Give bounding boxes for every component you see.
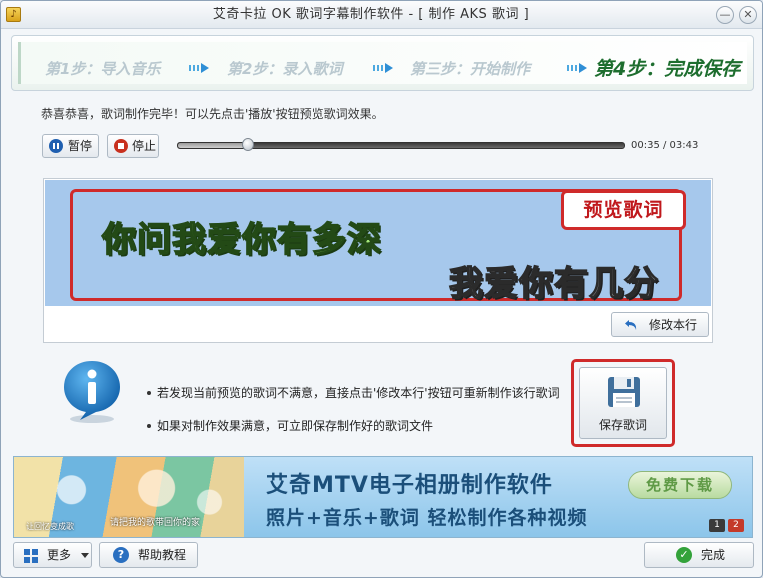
pause-label: 暂停: [68, 139, 93, 153]
ad-banner[interactable]: 让回忆变成歌 请把我的歌带回你的家 艾奇MTV电子相册制作软件 照片+音乐+歌词…: [13, 456, 753, 538]
help-icon: ?: [113, 547, 129, 563]
playback-slider-handle[interactable]: [242, 138, 255, 151]
app-window: ♪ 艾奇卡拉 OK 歌词字幕制作软件 - [ 制作 AKS 歌词 ] — ✕ 第…: [0, 0, 763, 578]
step-2-label: 第2步：录入歌词: [227, 60, 343, 78]
check-icon: ✓: [676, 547, 692, 563]
finish-label: 完成: [701, 548, 726, 562]
step-arrow-icon: [189, 63, 211, 73]
windows-grid-icon: [24, 548, 38, 563]
preview-lyrics-badge: 预览歌词: [561, 190, 686, 230]
pause-icon: [49, 139, 63, 153]
info-icon: [60, 358, 124, 424]
stop-button[interactable]: 停止: [107, 134, 159, 158]
title-bar[interactable]: ♪ 艾奇卡拉 OK 歌词字幕制作软件 - [ 制作 AKS 歌词 ] — ✕: [1, 1, 762, 29]
undo-arrow-icon: [624, 317, 640, 331]
step-wizard-track: 第1步：导入音乐 第2步：录入歌词 第三步：开始制作 第4步：完成保存: [18, 42, 747, 84]
step-arrow-icon: [567, 63, 589, 73]
completion-message: 恭喜恭喜，歌词制作完毕！可以先点击'播放'按钮预览歌词效果。: [41, 107, 384, 121]
tip-item: 若发现当前预览的歌词不满意，直接点击'修改本行'按钮可重新制作该行歌词: [147, 383, 560, 403]
minimize-button[interactable]: —: [716, 6, 734, 24]
playback-time: 00:35 / 03:43: [631, 140, 699, 151]
step-1-label: 第1步：导入音乐: [45, 60, 161, 78]
edit-line-button[interactable]: 修改本行: [611, 312, 709, 337]
lyrics-preview-panel: 你问我爱你有多深 我爱你有几分 预览歌词 修改本行: [43, 178, 713, 343]
step-wizard-bar: 第1步：导入音乐 第2步：录入歌词 第三步：开始制作 第4步：完成保存: [11, 35, 754, 91]
help-tutorial-button[interactable]: ? 帮助教程: [99, 542, 198, 568]
step-4-label-active: 第4步：完成保存: [594, 58, 741, 80]
banner-title: 艾奇MTV电子相册制作软件: [266, 473, 553, 498]
banner-page-2[interactable]: 2: [728, 519, 744, 532]
more-menu-button[interactable]: 更多: [13, 542, 92, 568]
stop-label: 停止: [132, 139, 157, 153]
tips-list: 若发现当前预览的歌词不满意，直接点击'修改本行'按钮可重新制作该行歌词 如果对制…: [147, 383, 560, 436]
pause-button[interactable]: 暂停: [42, 134, 99, 158]
lyric-line-next: 我爱你有几分: [448, 263, 659, 305]
banner-caption: 请把我的歌带回你的家: [110, 518, 201, 528]
banner-subtitle: 照片+音乐+歌词 轻松制作各种视频: [266, 507, 588, 529]
chevron-down-icon: [81, 553, 89, 558]
banner-caption: 让回忆变成歌: [26, 522, 74, 531]
more-label: 更多: [47, 548, 72, 562]
lyric-line-current: 你问我爱你有多深: [101, 219, 382, 261]
step-3-label: 第三步：开始制作: [410, 60, 531, 78]
playback-progress-fill: [178, 143, 250, 148]
save-highlight-frame: 保存歌词: [571, 359, 675, 447]
free-download-button[interactable]: 免费下载: [628, 471, 732, 499]
stop-icon: [114, 139, 128, 153]
close-button[interactable]: ✕: [739, 6, 757, 24]
floppy-disk-icon: [607, 376, 641, 408]
help-label: 帮助教程: [138, 548, 187, 562]
save-lyrics-button[interactable]: 保存歌词: [579, 367, 667, 439]
tip-item: 如果对制作效果满意，可立即保存制作好的歌词文件: [147, 416, 560, 436]
lyrics-display: 你问我爱你有多深 我爱你有几分 预览歌词: [45, 180, 711, 306]
banner-page-1[interactable]: 1: [709, 519, 725, 532]
edit-line-label: 修改本行: [649, 318, 698, 332]
finish-button[interactable]: ✓ 完成: [644, 542, 754, 568]
step-arrow-icon: [373, 63, 395, 73]
save-lyrics-label: 保存歌词: [598, 418, 647, 432]
window-title: 艾奇卡拉 OK 歌词字幕制作软件 - [ 制作 AKS 歌词 ]: [212, 7, 530, 22]
